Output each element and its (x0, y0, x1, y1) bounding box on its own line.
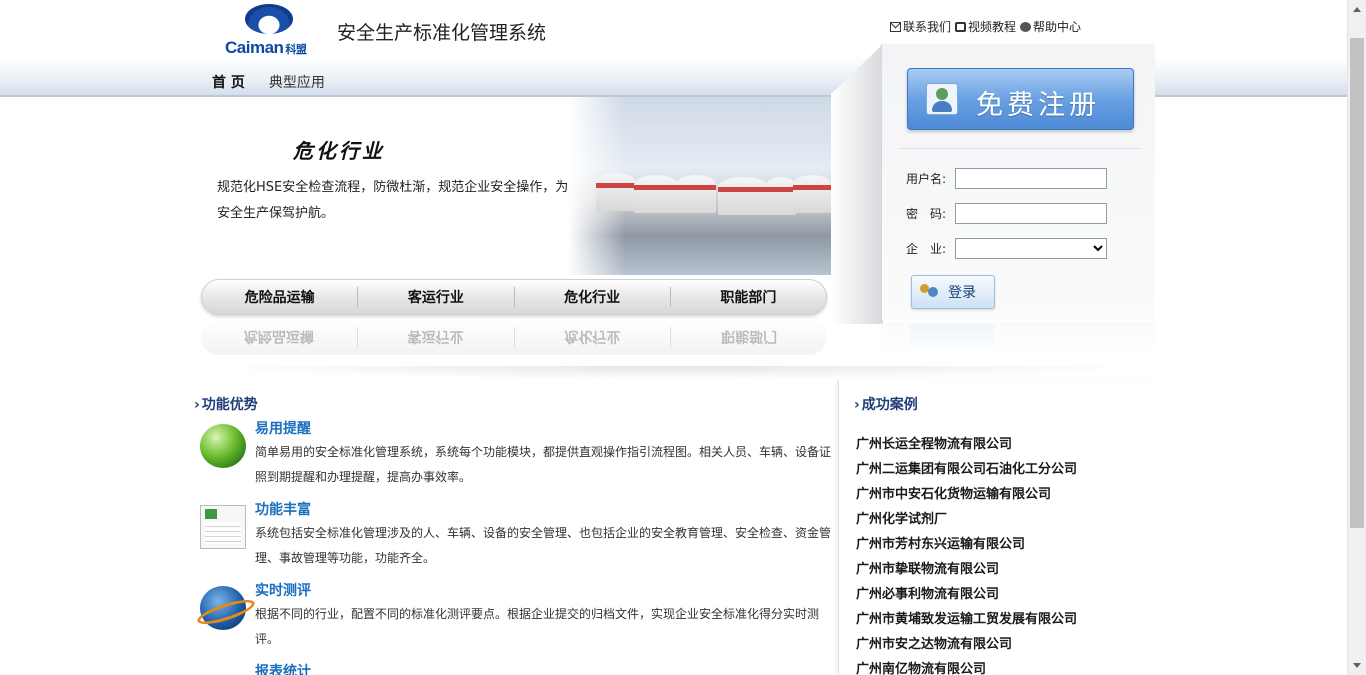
feature-text: 根据不同的行业，配置不同的标准化测评要点。根据企业提交的归档文件，实现企业安全标… (255, 607, 820, 646)
company-row: 企 业: (906, 238, 1107, 259)
logo-text: Caiman (225, 38, 284, 57)
login-label: 登录 (948, 285, 976, 301)
password-label: 密 码: (906, 207, 947, 221)
contact-link[interactable]: 联系我们 (890, 18, 951, 35)
case-item[interactable]: 广州市安之达物流有限公司 (856, 635, 1077, 660)
case-item[interactable]: 广州化学试剂厂 (856, 510, 1077, 535)
feature-text: 简单易用的安全标准化管理系统，系统每个功能模块，都提供直观操作指引流程图。相关人… (255, 445, 832, 484)
video-icon (955, 22, 967, 32)
scrollbar-thumb[interactable] (1350, 38, 1364, 528)
login-button[interactable]: 登录 (911, 275, 995, 309)
success-cases-list: 广州长运全程物流有限公司 广州二运集团有限公司石油化工分公司 广州市中安石化货物… (856, 435, 1077, 675)
cases-title: 成功案例 (854, 394, 918, 414)
industry-tabs: 危险品运输 客运行业 危化行业 职能部门 (201, 279, 827, 315)
login-panel: 免费注册 用户名: 密 码: 企 业: 登录 (881, 44, 1155, 320)
top-links: 联系我们 视频教程 帮助中心 (890, 18, 1081, 35)
site-title: 安全生产标准化管理系统 (337, 22, 547, 44)
company-select[interactable] (955, 238, 1107, 259)
vertical-scrollbar[interactable] (1347, 0, 1366, 675)
login-reflection (881, 322, 1155, 356)
help-center-link[interactable]: 帮助中心 (1020, 18, 1081, 35)
feature-text: 系统包括安全标准化管理涉及的人、车辆、设备的安全管理、也包括企业的安全教育管理、… (255, 526, 832, 565)
main-nav: 首 页 典型应用 (212, 72, 325, 92)
video-tutorial-link[interactable]: 视频教程 (955, 18, 1016, 35)
users-icon (920, 284, 940, 300)
logo-emblem-icon (245, 4, 293, 34)
tab-hazmat-transport[interactable]: 危险品运输 (202, 287, 359, 307)
feature-title[interactable]: 功能丰富 (255, 499, 311, 519)
register-label: 免费注册 (976, 90, 1100, 121)
chat-bubble-icon (200, 424, 246, 468)
case-item[interactable]: 广州必事利物流有限公司 (856, 585, 1077, 610)
case-item[interactable]: 广州市中安石化货物运输有限公司 (856, 485, 1077, 510)
password-row: 密 码: (906, 203, 1107, 224)
tabs-reflection: 危险品运输 客运行业 危化行业 职能部门 (201, 319, 827, 355)
feature-title[interactable]: 实时测评 (255, 580, 311, 600)
tab-functional-departments[interactable]: 职能部门 (671, 287, 826, 307)
case-item[interactable]: 广州二运集团有限公司石油化工分公司 (856, 460, 1077, 485)
nav-typical-apps[interactable]: 典型应用 (269, 72, 325, 92)
username-input[interactable] (955, 168, 1107, 189)
case-item[interactable]: 广州市黄埔致发运输工贸发展有限公司 (856, 610, 1077, 635)
section-divider-shadow (196, 366, 1154, 380)
oil-tank-photo (568, 97, 831, 275)
hero-banner: 危化行业 规范化HSE安全检查流程，防微杜渐，规范企业安全操作，为安全生产保驾护… (196, 97, 831, 277)
password-input[interactable] (955, 203, 1107, 224)
case-item[interactable]: 广州南亿物流有限公司 (856, 660, 1077, 675)
case-item[interactable]: 广州市芳村东兴运输有限公司 (856, 535, 1077, 560)
username-label: 用户名: (906, 172, 947, 186)
logo-cn: 科盟 (285, 44, 307, 56)
tab-passenger-transport[interactable]: 客运行业 (358, 287, 515, 307)
feature-title[interactable]: 报表统计 (255, 661, 311, 675)
tab-hazchem-industry[interactable]: 危化行业 (515, 287, 671, 307)
feature-title[interactable]: 易用提醒 (255, 418, 311, 438)
company-label: 企 业: (906, 242, 947, 256)
nav-home[interactable]: 首 页 (212, 72, 245, 92)
help-icon (1020, 22, 1032, 32)
case-item[interactable]: 广州长运全程物流有限公司 (856, 435, 1077, 460)
username-row: 用户名: (906, 168, 1107, 189)
features-title: 功能优势 (194, 394, 258, 414)
banner-description: 规范化HSE安全检查流程，防微杜渐，规范企业安全操作，为安全生产保驾护航。 (217, 180, 569, 221)
mail-icon (890, 22, 901, 32)
login-divider (900, 148, 1140, 149)
caiman-logo[interactable]: Caiman 科盟 (225, 4, 320, 60)
scroll-up-icon[interactable] (1353, 7, 1361, 12)
scroll-down-icon[interactable] (1353, 663, 1361, 668)
banner-heading: 危化行业 (293, 139, 385, 163)
register-button[interactable]: 免费注册 (907, 68, 1134, 130)
globe-icon (200, 586, 246, 630)
case-item[interactable]: 广州市挚联物流有限公司 (856, 560, 1077, 585)
spreadsheet-icon (200, 505, 246, 549)
user-register-icon (926, 83, 958, 115)
